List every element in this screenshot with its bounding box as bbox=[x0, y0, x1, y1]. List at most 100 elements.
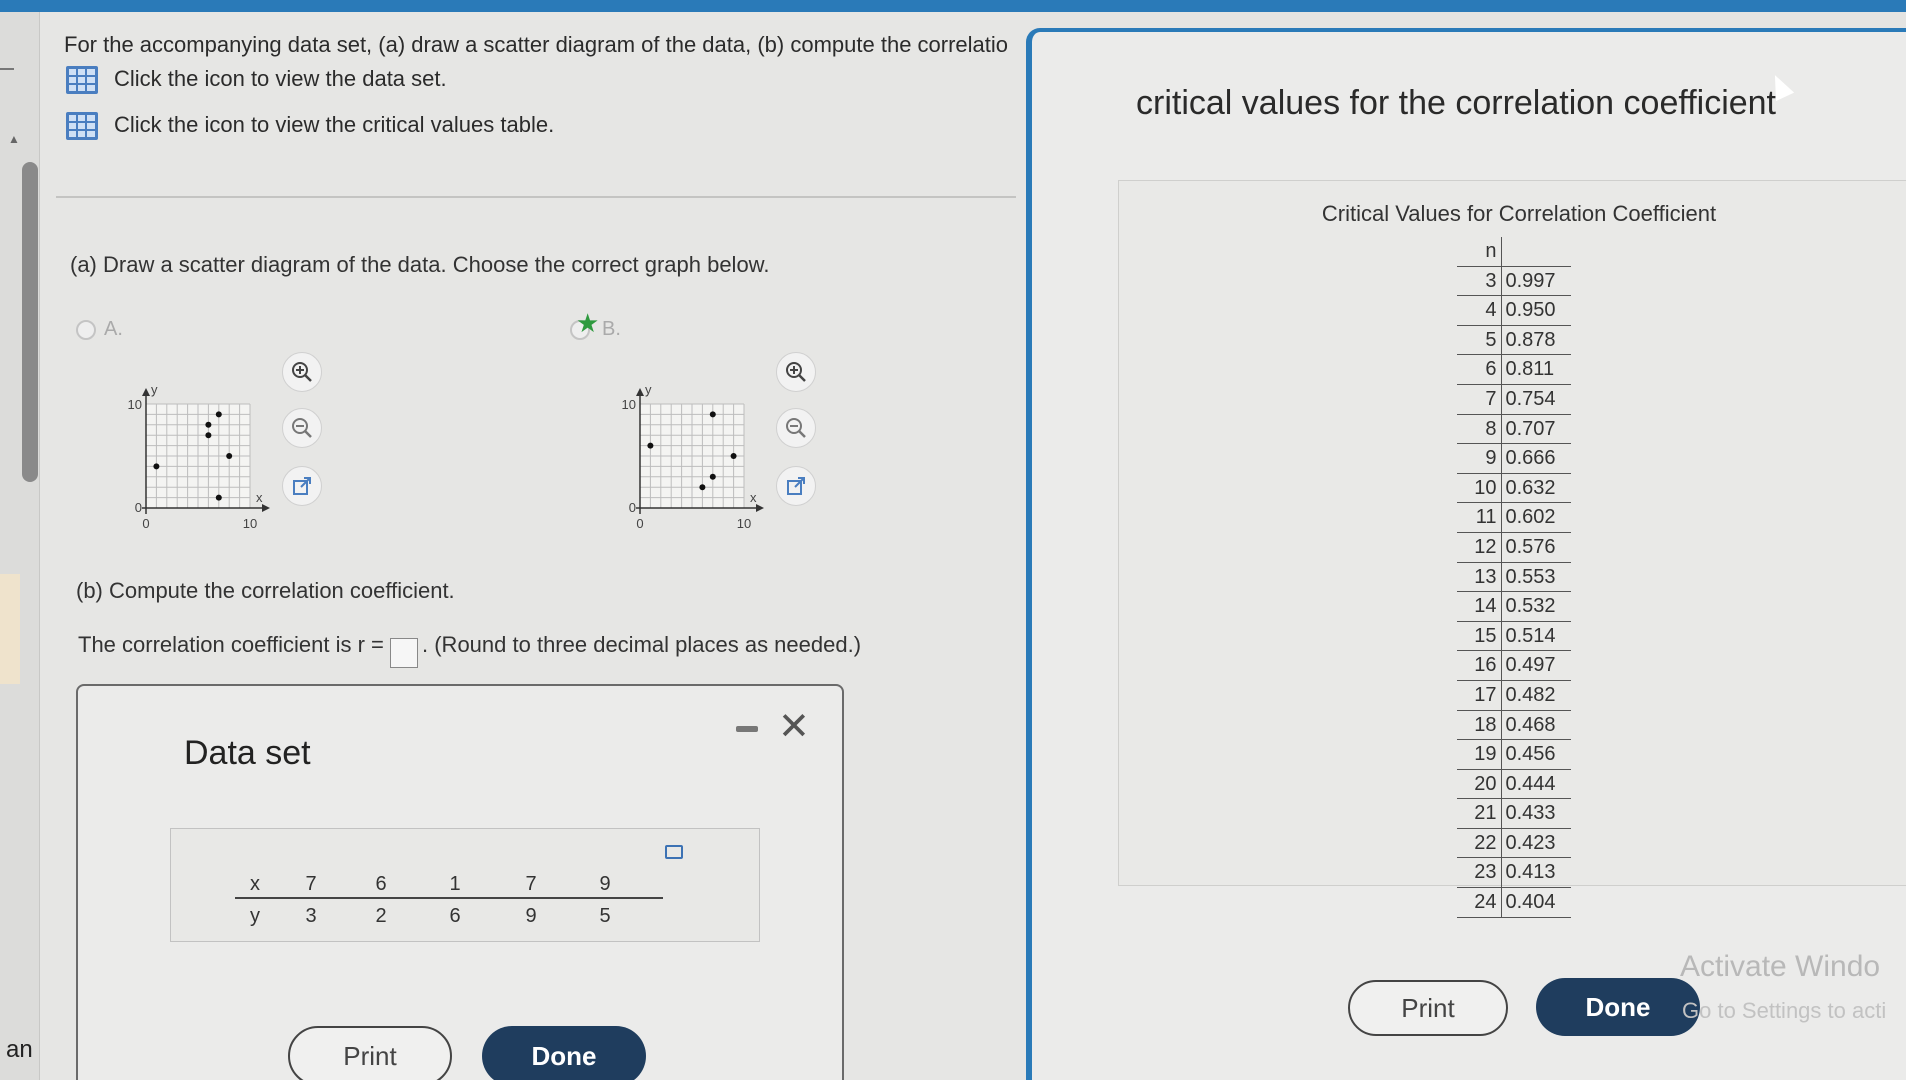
data-point bbox=[226, 453, 233, 459]
critical-values-panel: critical values for the correlation coef… bbox=[1026, 28, 1906, 1080]
open-external-icon[interactable] bbox=[282, 466, 322, 506]
critical-value-row: 17 0.482 bbox=[1457, 680, 1571, 711]
data-set-link[interactable]: Click the icon to view the data set. bbox=[114, 66, 447, 92]
critical-value-cell: 0.602 bbox=[1501, 502, 1571, 533]
side-tab[interactable] bbox=[0, 574, 20, 684]
critical-value-cell: 0.754 bbox=[1501, 384, 1571, 415]
data-point bbox=[699, 484, 706, 491]
r-header bbox=[1501, 237, 1571, 267]
table-caption: Critical Values for Correlation Coeffici… bbox=[1321, 201, 1717, 226]
dash-marker bbox=[0, 68, 14, 70]
x-axis-label: x bbox=[750, 490, 757, 505]
activation-watermark-sub: Go to Settings to acti bbox=[1682, 998, 1887, 1023]
option-a-radio[interactable] bbox=[76, 320, 96, 340]
n-cell: 5 bbox=[1457, 325, 1502, 356]
vertical-scrollbar-thumb[interactable] bbox=[22, 162, 38, 482]
zoom-in-icon[interactable] bbox=[776, 352, 816, 392]
done-button[interactable]: Done bbox=[1536, 978, 1700, 1036]
critical-value-row: 15 0.514 bbox=[1457, 621, 1571, 652]
y-tick-label: 0 bbox=[629, 500, 636, 515]
table-grid-icon[interactable] bbox=[66, 112, 98, 140]
x-value: 6 bbox=[375, 873, 387, 895]
x-value: 7 bbox=[305, 873, 317, 895]
table-grid-icon[interactable] bbox=[66, 66, 98, 94]
n-cell: 14 bbox=[1457, 591, 1502, 622]
critical-value-row: 22 0.423 bbox=[1457, 828, 1571, 859]
n-cell: 18 bbox=[1457, 710, 1502, 741]
y-axis-arrow bbox=[142, 388, 150, 396]
n-cell: 19 bbox=[1457, 739, 1502, 770]
y-value: 6 bbox=[449, 905, 461, 927]
critical-value-cell: 0.468 bbox=[1501, 710, 1571, 741]
critical-value-cell: 0.576 bbox=[1501, 532, 1571, 563]
critical-value-cell: 0.666 bbox=[1501, 443, 1571, 474]
print-button[interactable]: Print bbox=[1348, 980, 1508, 1036]
n-cell: 21 bbox=[1457, 798, 1502, 829]
n-cell: 7 bbox=[1457, 384, 1502, 415]
y-value: 5 bbox=[599, 905, 611, 927]
data-point bbox=[205, 421, 212, 428]
critical-value-cell: 0.878 bbox=[1501, 325, 1571, 356]
critical-value-row: 7 0.754 bbox=[1457, 384, 1571, 415]
x-tick-label: 0 bbox=[142, 516, 149, 531]
copy-icon[interactable] bbox=[665, 845, 683, 859]
critical-value-row: 16 0.497 bbox=[1457, 650, 1571, 681]
y-value: 2 bbox=[375, 905, 387, 927]
critical-value-row: 4 0.950 bbox=[1457, 295, 1571, 326]
critical-value-cell: 0.456 bbox=[1501, 739, 1571, 770]
n-cell: 8 bbox=[1457, 414, 1502, 445]
scatter-plot-b: y x 10 00 10 bbox=[622, 382, 764, 531]
n-cell: 11 bbox=[1457, 502, 1502, 533]
critical-value-row: 6 0.811 bbox=[1457, 354, 1571, 385]
modal-title: Data set bbox=[184, 734, 311, 772]
zoom-out-icon[interactable] bbox=[776, 408, 816, 448]
critical-value-cell: 0.444 bbox=[1501, 769, 1571, 800]
y-tick-label: 10 bbox=[622, 397, 636, 412]
print-button[interactable]: Print bbox=[288, 1026, 452, 1080]
part-b-prompt: (b) Compute the correlation coefficient. bbox=[76, 578, 455, 603]
critical-value-row: 3 0.997 bbox=[1457, 266, 1571, 297]
x-axis-arrow bbox=[262, 504, 270, 512]
graph-b[interactable]: y x 10 0 0 10 bbox=[588, 352, 788, 532]
data-point bbox=[153, 463, 160, 470]
graph-a[interactable]: y x 10 0 0 10 bbox=[94, 352, 294, 532]
zoom-in-icon[interactable] bbox=[282, 352, 322, 392]
n-cell: 10 bbox=[1457, 473, 1502, 504]
answer-suffix: . (Round to three decimal places as need… bbox=[422, 632, 862, 657]
minimize-icon[interactable] bbox=[736, 726, 758, 732]
y-value: 3 bbox=[305, 905, 317, 927]
critical-value-cell: 0.433 bbox=[1501, 798, 1571, 829]
x-value: 1 bbox=[449, 873, 461, 895]
n-cell: 16 bbox=[1457, 650, 1502, 681]
n-cell: 3 bbox=[1457, 266, 1502, 297]
y-tick-label: 10 bbox=[128, 397, 142, 412]
critical-value-cell: 0.632 bbox=[1501, 473, 1571, 504]
critical-value-row: 20 0.444 bbox=[1457, 769, 1571, 800]
zoom-out-icon[interactable] bbox=[282, 408, 322, 448]
n-cell: 12 bbox=[1457, 532, 1502, 563]
n-cell: 9 bbox=[1457, 443, 1502, 474]
data-point bbox=[709, 411, 716, 418]
correlation-answer-input[interactable] bbox=[390, 638, 418, 668]
critical-value-cell: 0.423 bbox=[1501, 828, 1571, 859]
n-cell: 20 bbox=[1457, 769, 1502, 800]
y-header: y bbox=[250, 905, 260, 927]
n-cell: 4 bbox=[1457, 295, 1502, 326]
done-button[interactable]: Done bbox=[482, 1026, 646, 1080]
critical-values-link[interactable]: Click the icon to view the critical valu… bbox=[114, 112, 554, 138]
part-a-prompt: (a) Draw a scatter diagram of the data. … bbox=[70, 252, 770, 277]
left-edge-strip: ▲ an bbox=[0, 12, 40, 1080]
close-icon[interactable]: ✕ bbox=[778, 704, 810, 749]
n-cell: 23 bbox=[1457, 857, 1502, 889]
x-tick-label: 10 bbox=[737, 516, 751, 531]
scroll-up-arrow-icon[interactable]: ▲ bbox=[8, 132, 20, 146]
critical-value-row: 8 0.707 bbox=[1457, 414, 1571, 445]
answer-prefix: The correlation coefficient is r = bbox=[78, 632, 384, 657]
critical-value-row: 14 0.532 bbox=[1457, 591, 1571, 622]
x-axis-label: x bbox=[256, 490, 263, 505]
main-question-area: For the accompanying data set, (a) draw … bbox=[40, 12, 1030, 1080]
side-label: an bbox=[6, 1036, 33, 1063]
x-value: 7 bbox=[525, 873, 537, 895]
critical-value-cell: 0.950 bbox=[1501, 295, 1571, 326]
open-external-icon[interactable] bbox=[776, 466, 816, 506]
